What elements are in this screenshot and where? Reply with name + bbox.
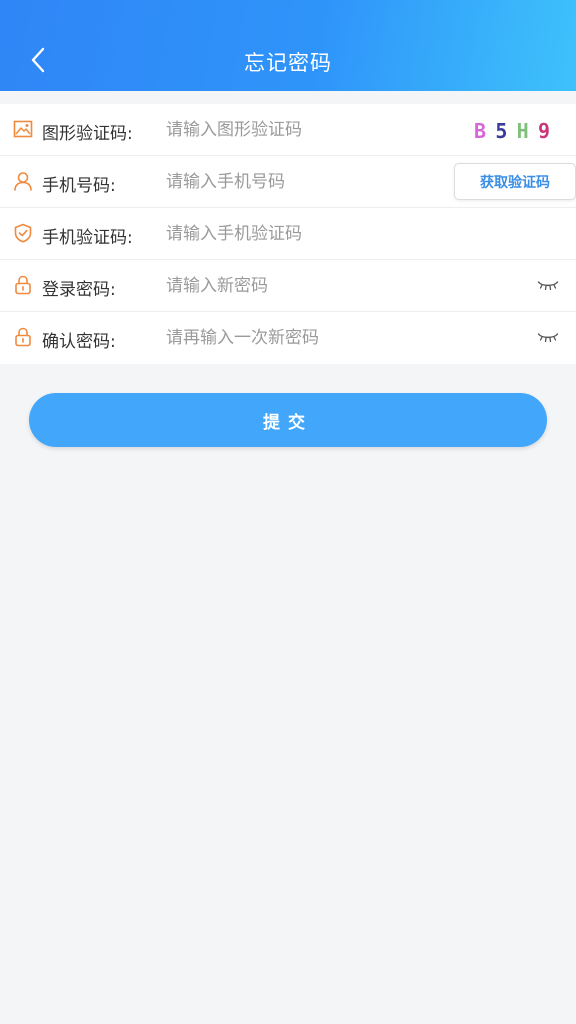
shield-icon	[12, 222, 34, 244]
row-confirm-password: 确认密码:	[0, 312, 576, 364]
captcha-char: 5	[495, 119, 508, 143]
submit-button[interactable]: 提交	[29, 393, 547, 447]
new-password-input[interactable]	[166, 272, 436, 300]
toggle-confirm-visibility[interactable]	[536, 327, 560, 347]
toggle-password-visibility[interactable]	[536, 275, 560, 295]
captcha-char: H	[516, 119, 529, 143]
lock-icon	[12, 326, 34, 348]
page-title: 忘记密码	[244, 51, 332, 75]
lock-icon	[12, 274, 34, 296]
submit-area: 提交	[0, 364, 576, 447]
sms-code-input[interactable]	[166, 220, 436, 248]
captcha-char: B	[474, 119, 487, 143]
reset-password-form: 图形验证码: B 5 H 9 手机号码: 获取验证码 手机验证码:	[0, 104, 576, 364]
new-password-label: 登录密码:	[42, 280, 116, 300]
confirm-password-label: 确认密码:	[42, 332, 116, 352]
sms-code-label: 手机验证码:	[42, 228, 133, 248]
row-new-password: 登录密码:	[0, 260, 576, 312]
row-phone: 手机号码: 获取验证码	[0, 156, 576, 208]
captcha-label: 图形验证码:	[42, 124, 133, 144]
captcha-input[interactable]	[166, 116, 436, 144]
phone-label: 手机号码:	[42, 176, 116, 196]
user-icon	[12, 170, 34, 192]
phone-input[interactable]	[166, 168, 416, 196]
captcha-char: 9	[537, 119, 550, 143]
confirm-password-input[interactable]	[166, 324, 436, 352]
image-icon	[12, 118, 34, 140]
get-code-button[interactable]: 获取验证码	[454, 163, 576, 200]
captcha-image[interactable]: B 5 H 9	[474, 116, 550, 146]
eye-closed-icon	[537, 281, 559, 291]
eye-closed-icon	[537, 333, 559, 343]
row-captcha: 图形验证码: B 5 H 9	[0, 104, 576, 156]
row-sms-code: 手机验证码:	[0, 208, 576, 260]
header-bar: 忘记密码	[0, 0, 576, 91]
